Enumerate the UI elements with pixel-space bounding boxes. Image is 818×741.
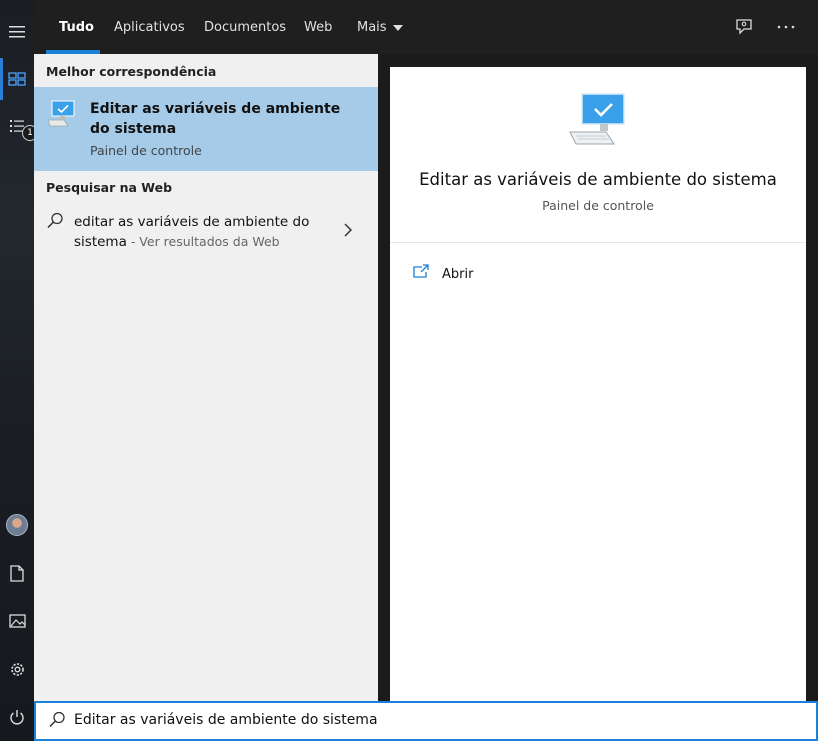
tab-aplicativos[interactable]: Aplicativos (114, 0, 185, 54)
chevron-down-icon (392, 25, 403, 31)
best-match-title: Editar as variáveis de ambiente do siste… (90, 101, 341, 137)
more-options-icon[interactable] (774, 15, 798, 39)
best-match-heading: Melhor correspondência (46, 64, 217, 79)
hamburger-menu-icon[interactable] (0, 12, 34, 52)
search-input[interactable] (74, 709, 774, 731)
avatar[interactable] (0, 505, 34, 545)
search-icon (46, 212, 64, 234)
system-monitor-icon (568, 92, 628, 152)
web-search-result[interactable]: editar as variáveis de ambiente do siste… (34, 202, 378, 258)
best-match-subtitle: Painel de controle (90, 143, 202, 158)
tab-documentos[interactable]: Documentos (204, 0, 286, 54)
preview-subtitle: Painel de controle (542, 198, 654, 213)
tab-label: Tudo (59, 19, 94, 35)
web-search-suffix: - Ver resultados da Web (126, 234, 280, 249)
tab-label: Mais (357, 19, 387, 35)
tab-web[interactable]: Web (304, 0, 332, 54)
web-search-heading: Pesquisar na Web (46, 180, 173, 195)
best-match-item[interactable]: Editar as variáveis de ambiente do siste… (34, 87, 378, 171)
left-rail: 1 (0, 0, 38, 741)
web-search-text: editar as variáveis de ambiente do siste… (74, 212, 324, 252)
tab-tudo[interactable]: Tudo (59, 0, 94, 54)
tab-mais[interactable]: Mais (357, 0, 403, 54)
pictures-icon[interactable] (0, 601, 34, 641)
tab-label: Aplicativos (114, 19, 185, 35)
top-bar: Tudo Aplicativos Documentos Web Mais (34, 0, 818, 54)
chevron-right-icon[interactable] (344, 222, 353, 241)
preview-title: Editar as variáveis de ambiente do siste… (419, 170, 777, 189)
tab-label: Documentos (204, 19, 287, 35)
search-box[interactable] (34, 701, 818, 741)
document-icon[interactable] (0, 553, 34, 593)
user-avatar (6, 514, 28, 536)
results-pane: Melhor correspondência Editar as variáve… (34, 54, 378, 701)
gear-icon[interactable] (0, 649, 34, 689)
feedback-icon[interactable] (732, 15, 756, 39)
power-icon[interactable] (0, 697, 34, 737)
divider (390, 242, 806, 243)
home-grid-icon[interactable] (0, 59, 34, 99)
open-icon (412, 264, 430, 284)
system-monitor-icon (46, 99, 78, 133)
preview-pane: Editar as variáveis de ambiente do siste… (390, 67, 806, 701)
tab-label: Web (304, 19, 333, 35)
open-action-label: Abrir (442, 266, 474, 282)
open-action[interactable]: Abrir (412, 263, 473, 285)
search-icon (48, 711, 66, 733)
